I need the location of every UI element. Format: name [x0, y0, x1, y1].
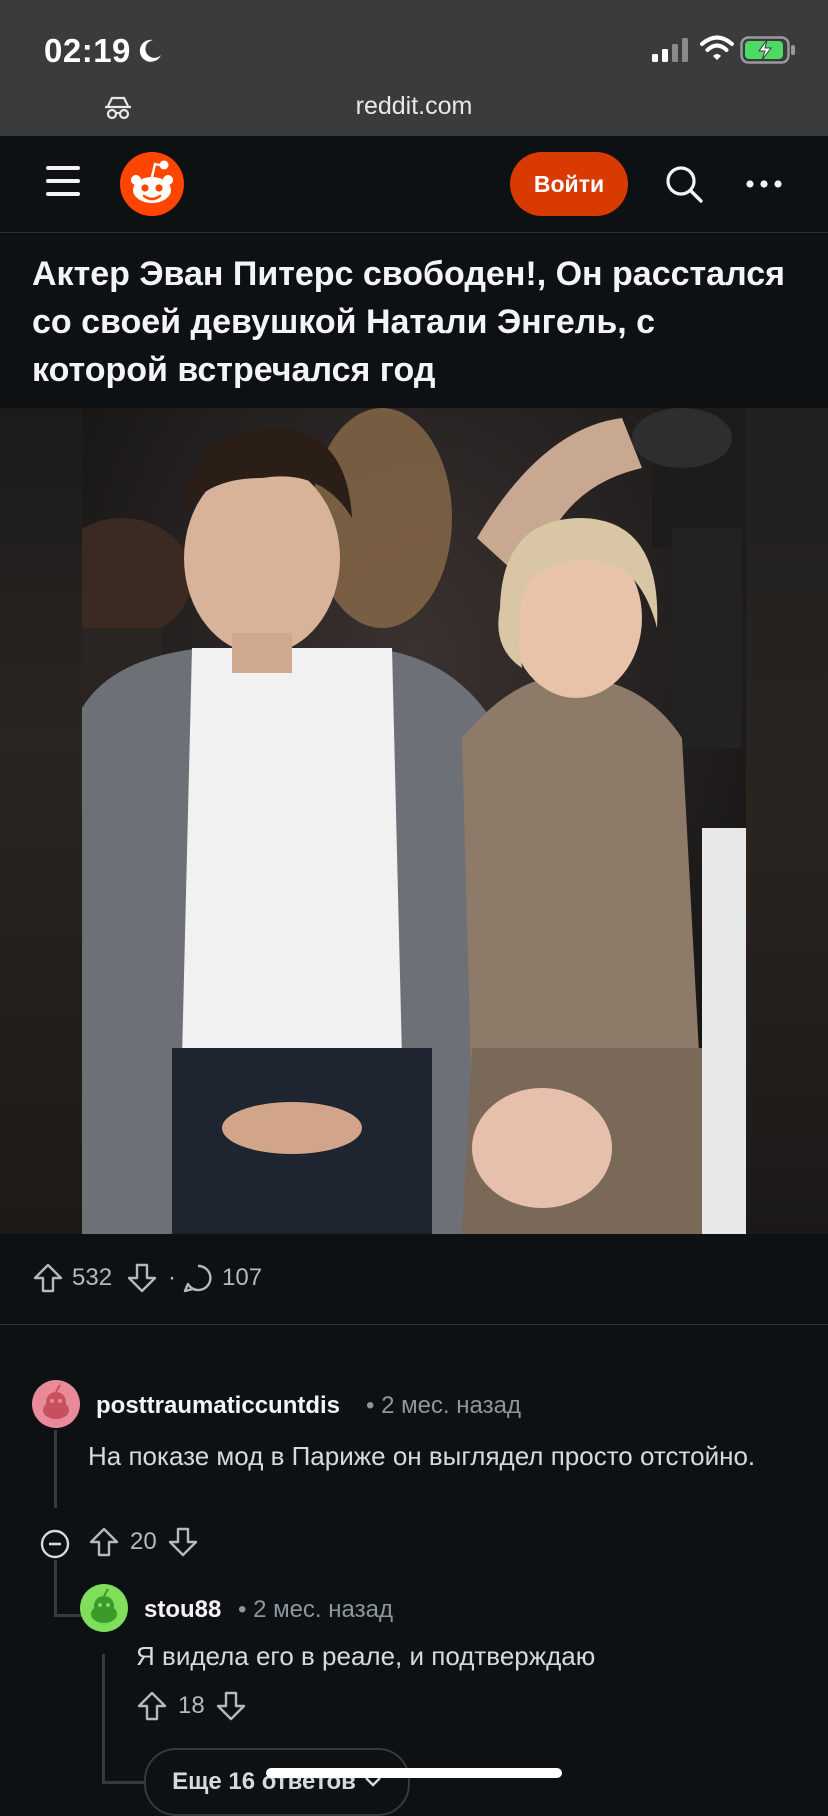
comment-meta: • 2 мес. назад [366, 1392, 521, 1419]
collapse-icon[interactable] [40, 1529, 70, 1559]
thread-line [54, 1430, 57, 1508]
search-icon[interactable] [664, 164, 704, 204]
post-header: Актер Эван Питерс свободен!, Он рассталс… [0, 232, 828, 409]
reddit-header: Войти [0, 136, 828, 233]
downvote-icon[interactable] [167, 1526, 199, 1558]
comment-username[interactable]: posttraumaticcuntdis [96, 1392, 340, 1420]
post-photo[interactable] [82, 408, 746, 1234]
status-time: 02:19 [44, 32, 131, 69]
avatar[interactable] [32, 1380, 80, 1428]
thread-line [102, 1654, 105, 1784]
comment-score: 20 [130, 1528, 157, 1555]
post-media[interactable] [0, 408, 828, 1234]
upvote-icon[interactable] [136, 1690, 168, 1722]
avatar[interactable] [80, 1584, 128, 1632]
post-score: 532 [72, 1264, 113, 1291]
upvote-icon[interactable] [88, 1526, 120, 1558]
post-title[interactable]: Актер Эван Питерс свободен!, Он рассталс… [32, 250, 792, 394]
comment-meta: • 2 мес. назад [238, 1596, 393, 1623]
login-button[interactable]: Войти [510, 152, 628, 216]
comment-score: 18 [178, 1692, 205, 1719]
comment-icon[interactable] [182, 1262, 214, 1294]
post-actions: 532 · 107 [0, 1234, 828, 1325]
battery-icon [740, 36, 795, 64]
thread-line [54, 1560, 57, 1616]
browser-chrome: 02:19 reddit.com [0, 0, 828, 136]
wifi-icon [700, 35, 734, 60]
comments-count[interactable]: 107 [222, 1258, 262, 1298]
media-blur-left [0, 408, 82, 1234]
thread-line [102, 1781, 144, 1784]
comment-votes: 20 [88, 1526, 199, 1558]
moon-icon [139, 39, 161, 62]
comment-body: На показе мод в Париже он выглядел прост… [88, 1441, 756, 1471]
comment-votes: 18 [136, 1690, 247, 1722]
media-blur-right [746, 408, 828, 1234]
downvote-icon[interactable] [126, 1262, 158, 1294]
home-indicator[interactable] [266, 1768, 562, 1778]
reddit-logo-icon[interactable] [120, 152, 184, 216]
snoo-avatar-icon [91, 1588, 117, 1623]
more-icon[interactable] [744, 170, 784, 198]
comment-username[interactable]: stou88 [144, 1596, 221, 1624]
url-bar[interactable]: reddit.com [0, 92, 828, 121]
menu-icon[interactable] [46, 166, 80, 196]
snoo-avatar-icon [43, 1384, 69, 1419]
comment-body: Я видела его в реале, и подтверждаю [136, 1641, 596, 1671]
more-replies-button[interactable]: Еще 16 ответов [144, 1748, 410, 1816]
action-separator: · [168, 1264, 176, 1291]
upvote-icon[interactable] [32, 1262, 64, 1294]
signal-icon [652, 38, 688, 62]
downvote-icon[interactable] [215, 1690, 247, 1722]
